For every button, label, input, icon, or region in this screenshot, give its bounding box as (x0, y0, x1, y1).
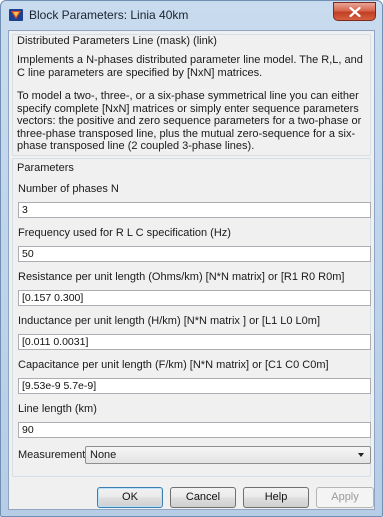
frequency-input[interactable]: 50 (18, 246, 371, 262)
close-button[interactable] (333, 2, 376, 21)
description-paragraph-1: Implements a N-phases distributed parame… (17, 54, 363, 79)
inductance-input[interactable]: [0.011 0.0031] (18, 334, 371, 350)
inductance-label: Inductance per unit length (H/km) [N*N m… (18, 315, 321, 327)
number-of-phases-input[interactable]: 3 (18, 202, 371, 218)
dialog-window: Block Parameters: Linia 40km Distributed… (0, 0, 383, 517)
dialog-body: Distributed Parameters Line (mask) (link… (8, 30, 375, 510)
ok-button[interactable]: OK (97, 487, 163, 508)
measurements-label: Measurements (18, 449, 91, 461)
line-length-input[interactable]: 90 (18, 422, 371, 438)
cancel-button[interactable]: Cancel (170, 487, 236, 508)
window-title: Block Parameters: Linia 40km (29, 8, 189, 22)
description-group-title: Distributed Parameters Line (mask) (link… (17, 35, 217, 47)
close-icon (348, 6, 361, 17)
title-bar[interactable]: Block Parameters: Linia 40km (1, 1, 382, 29)
apply-button[interactable]: Apply (316, 487, 374, 508)
simulink-block-icon (9, 9, 23, 21)
parameters-group: Parameters Number of phases N 3 Frequenc… (12, 158, 371, 477)
resistance-label: Resistance per unit length (Ohms/km) [N*… (18, 271, 345, 283)
number-of-phases-label: Number of phases N (18, 183, 119, 195)
chevron-down-icon (358, 453, 364, 457)
help-button[interactable]: Help (243, 487, 309, 508)
measurements-dropdown[interactable]: None (85, 446, 371, 464)
capacitance-input[interactable]: [9.53e-9 5.7e-9] (18, 378, 371, 394)
capacitance-label: Capacitance per unit length (F/km) [N*N … (18, 359, 329, 371)
description-group: Distributed Parameters Line (mask) (link… (12, 34, 371, 156)
resistance-input[interactable]: [0.157 0.300] (18, 290, 371, 306)
parameters-group-title: Parameters (17, 162, 74, 174)
line-length-label: Line length (km) (18, 403, 97, 415)
frequency-label: Frequency used for R L C specification (… (18, 227, 231, 239)
measurements-selected-value: None (90, 449, 117, 461)
description-paragraph-2: To model a two-, three-, or a six-phase … (17, 90, 362, 153)
